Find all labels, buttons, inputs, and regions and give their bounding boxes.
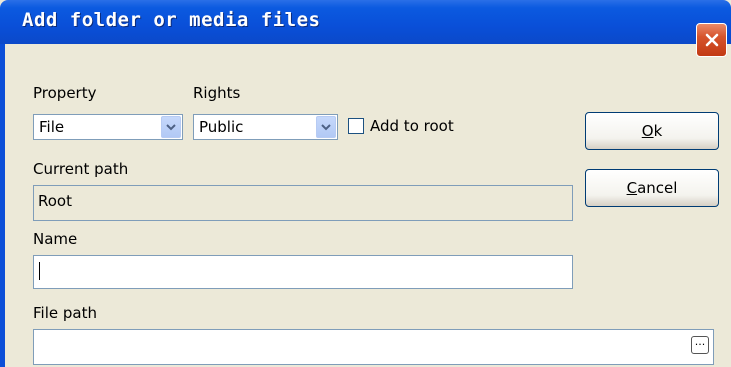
close-button[interactable] [696,23,727,57]
file-path-label: File path [33,304,97,322]
rights-label: Rights [193,84,241,102]
cancel-button[interactable]: Cancel [585,169,719,207]
browse-button[interactable]: ... [691,336,709,354]
title-bar[interactable]: Add folder or media files [0,0,731,44]
ok-label: k [653,122,663,140]
file-path-input[interactable] [33,329,714,365]
ok-mnemonic: O [641,122,654,140]
property-dropdown[interactable]: File [33,114,183,140]
property-value: File [39,118,65,136]
chevron-down-icon[interactable] [316,116,336,138]
cancel-label: ancel [637,179,678,197]
add-to-root-checkbox[interactable] [348,118,364,134]
current-path-label: Current path [33,160,129,178]
text-caret [39,262,40,280]
property-label: Property [33,84,97,102]
window-title: Add folder or media files [22,9,321,31]
cancel-mnemonic: C [626,179,638,197]
name-label: Name [33,230,78,248]
rights-value: Public [199,118,244,136]
add-to-root-label[interactable]: Add to root [370,117,454,135]
ok-button[interactable]: Ok [585,112,719,150]
window-frame-left [0,44,5,367]
name-input[interactable] [33,255,573,289]
current-path-value: Root [38,192,72,210]
rights-dropdown[interactable]: Public [193,114,338,140]
chevron-down-icon[interactable] [161,116,181,138]
close-icon [704,32,720,48]
current-path-field: Root [33,185,573,221]
